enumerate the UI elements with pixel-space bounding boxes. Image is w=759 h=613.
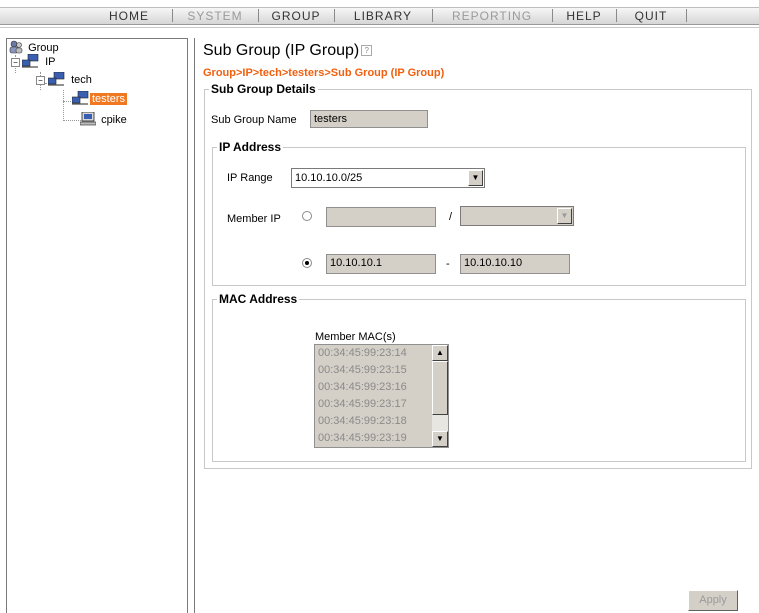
scroll-down-icon[interactable]: ▼ bbox=[432, 431, 448, 447]
sub-group-name-label: Sub Group Name bbox=[211, 114, 297, 126]
chevron-down-icon[interactable]: ▼ bbox=[468, 170, 483, 186]
collapse-icon[interactable]: − bbox=[36, 76, 45, 85]
scroll-thumb[interactable] bbox=[432, 361, 448, 415]
menu-library[interactable]: LIBRARY bbox=[334, 7, 432, 25]
list-item[interactable]: 00:34:45:99:23:16 bbox=[315, 379, 448, 396]
member-ip-range-radio[interactable] bbox=[302, 258, 312, 268]
list-item[interactable]: 00:34:45:99:23:19 bbox=[315, 430, 448, 447]
menu-help[interactable]: HELP bbox=[552, 7, 616, 25]
section-heading: Sub Group Details bbox=[211, 82, 316, 96]
tree-label: IP bbox=[45, 56, 56, 68]
menu-system: SYSTEM bbox=[187, 9, 243, 23]
section-heading: MAC Address bbox=[219, 292, 298, 306]
member-ip-mask-select[interactable]: ▼ bbox=[460, 206, 574, 226]
breadcrumb[interactable]: Group>IP>tech>testers>Sub Group (IP Grou… bbox=[203, 67, 444, 79]
network-icon bbox=[71, 90, 89, 105]
apply-button[interactable]: Apply bbox=[688, 590, 738, 611]
list-item[interactable]: 00:34:45:99:23:14 bbox=[315, 345, 448, 362]
menu-quit[interactable]: QUIT bbox=[616, 7, 686, 25]
menu-divider bbox=[686, 9, 687, 22]
listbox-scrollbar[interactable]: ▲ ▼ bbox=[432, 345, 448, 447]
tree-item-testers[interactable]: testers bbox=[71, 90, 128, 107]
sub-group-name-field[interactable]: testers bbox=[310, 110, 428, 128]
slash-separator: / bbox=[449, 211, 453, 223]
network-icon bbox=[47, 71, 65, 86]
member-ip-address-field[interactable] bbox=[326, 207, 436, 227]
tree-label: testers bbox=[90, 93, 128, 105]
chevron-down-icon[interactable]: ▼ bbox=[557, 208, 572, 224]
menu-reporting: REPORTING bbox=[451, 9, 533, 23]
member-ip-label: Member IP bbox=[227, 213, 281, 225]
computer-icon bbox=[79, 111, 97, 126]
start-ip-field[interactable]: 10.10.10.1 bbox=[326, 254, 436, 274]
list-item[interactable]: 00:34:45:99:23:18 bbox=[315, 413, 448, 430]
mac-address-section: MAC Address bbox=[212, 292, 746, 462]
tree-item-cpike[interactable]: cpike bbox=[79, 111, 129, 128]
main-menu-bar: HOME SYSTEM GROUP LIBRARY REPORTING HELP… bbox=[0, 0, 759, 28]
ip-range-label: IP Range bbox=[227, 172, 273, 184]
tree-connector bbox=[63, 120, 81, 121]
collapse-icon[interactable]: − bbox=[11, 58, 20, 67]
ip-range-select[interactable]: 10.10.10.0/25 ▼ bbox=[291, 168, 485, 188]
tree-item-tech[interactable]: tech bbox=[47, 71, 94, 88]
member-macs-listbox[interactable]: 00:34:45:99:23:14 00:34:45:99:23:15 00:3… bbox=[314, 344, 449, 448]
content-pane-border bbox=[194, 38, 195, 613]
network-icon bbox=[21, 53, 39, 68]
tree-connector bbox=[63, 90, 64, 121]
tree-label: Group bbox=[28, 42, 59, 54]
dash-separator: - bbox=[446, 258, 450, 270]
group-tree: Group − IP − tech testers cpike bbox=[6, 38, 188, 613]
tree-label: cpike bbox=[101, 114, 127, 126]
ip-range-value: 10.10.10.0/25 bbox=[295, 172, 363, 184]
tree-item-ip[interactable]: IP bbox=[21, 53, 57, 70]
member-macs-label: Member MAC(s) bbox=[315, 331, 396, 343]
scroll-up-icon[interactable]: ▲ bbox=[432, 345, 448, 361]
help-icon[interactable]: ? bbox=[361, 45, 373, 57]
tree-label: tech bbox=[71, 74, 92, 86]
menu-group[interactable]: GROUP bbox=[258, 7, 334, 25]
list-item[interactable]: 00:34:45:99:23:15 bbox=[315, 362, 448, 379]
page-title: Sub Group (IP Group)? bbox=[203, 42, 373, 60]
member-ip-subnet-radio[interactable] bbox=[302, 211, 312, 221]
end-ip-field[interactable]: 10.10.10.10 bbox=[460, 254, 570, 274]
section-heading: IP Address bbox=[219, 140, 282, 154]
menu-home[interactable]: HOME bbox=[86, 7, 172, 25]
list-item[interactable]: 00:34:45:99:23:17 bbox=[315, 396, 448, 413]
users-icon bbox=[9, 40, 23, 54]
page-title-text: Sub Group (IP Group) bbox=[203, 42, 360, 59]
